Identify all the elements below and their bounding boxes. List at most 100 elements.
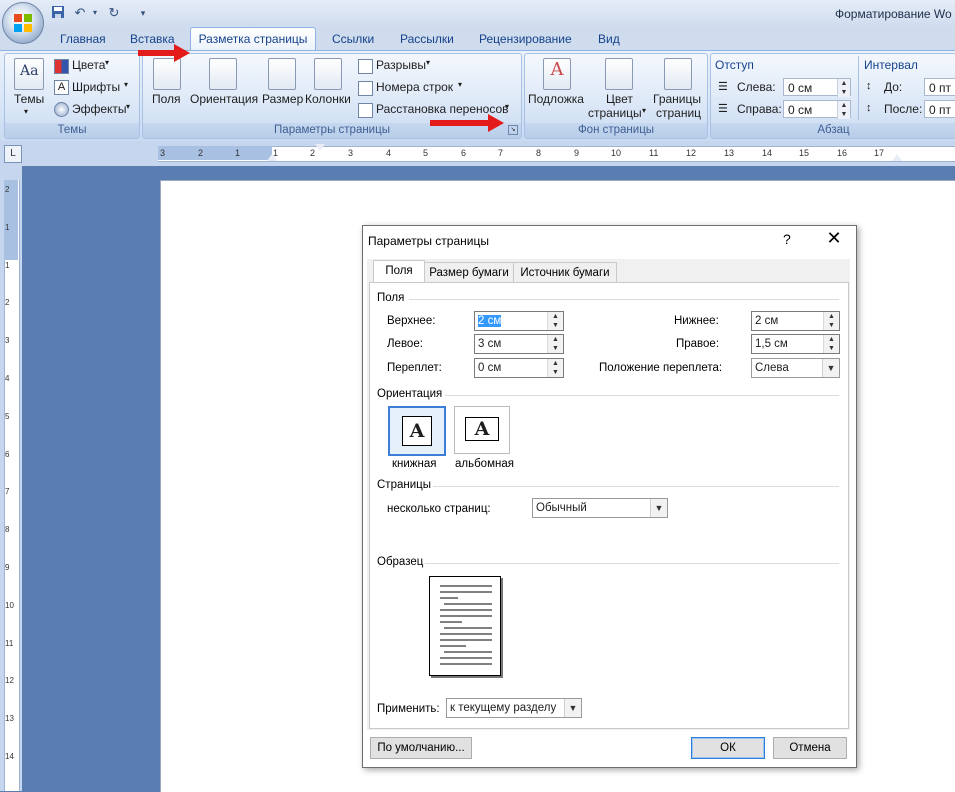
page-borders-label-2[interactable]: страниц: [656, 106, 701, 120]
page-setup-launcher-icon[interactable]: ↘: [508, 125, 518, 135]
chevron-down-icon[interactable]: ▼: [822, 359, 839, 377]
size-button[interactable]: Размер: [262, 92, 303, 106]
tab-selector-icon[interactable]: L: [4, 145, 22, 163]
spacing-after-input[interactable]: 0 пт: [924, 100, 955, 118]
spacing-before-label: До:: [884, 80, 903, 94]
page-color-icon[interactable]: [605, 58, 633, 90]
themes-dropdown-icon[interactable]: ▾: [24, 107, 28, 116]
left-margin-label: Левое:: [387, 338, 423, 350]
orientation-button[interactable]: Ориентация: [190, 92, 258, 106]
right-indent-marker-icon[interactable]: [892, 154, 902, 161]
hyphenation-icon: [358, 103, 373, 118]
customize-quick-access-icon[interactable]: ▾: [138, 5, 148, 21]
line-numbers-dropdown-icon[interactable]: ▾: [458, 80, 462, 89]
multiple-pages-select[interactable]: Обычный ▼: [532, 498, 668, 518]
columns-button[interactable]: Колонки: [305, 92, 351, 106]
page-color-dropdown-icon[interactable]: ▾: [642, 106, 646, 115]
indent-right-value: 0 см: [788, 103, 813, 117]
spacing-before-input[interactable]: 0 пт: [924, 78, 955, 96]
gutter-spinner[interactable]: ▲ ▼: [547, 359, 563, 377]
tab-insert[interactable]: Вставка: [130, 31, 175, 50]
ok-button[interactable]: ОК: [691, 737, 765, 759]
hyphenation-dropdown-icon[interactable]: ▾: [505, 102, 509, 111]
gutter-position-select[interactable]: Слева ▼: [751, 358, 840, 378]
columns-icon[interactable]: [314, 58, 342, 90]
gutter-position-label: Положение переплета:: [599, 362, 723, 374]
landscape-page-icon: A: [465, 417, 499, 441]
colors-icon: [54, 59, 69, 74]
right-margin-spinner[interactable]: ▲ ▼: [823, 335, 839, 353]
left-margin-spinner[interactable]: ▲ ▼: [547, 335, 563, 353]
top-margin-input[interactable]: 2 см ▲ ▼: [474, 311, 564, 331]
indent-left-input[interactable]: 0 см ▲ ▼: [783, 78, 851, 97]
bottom-margin-spinner[interactable]: ▲ ▼: [823, 312, 839, 330]
fonts-dropdown-icon[interactable]: ▾: [124, 80, 128, 89]
bottom-margin-input[interactable]: 2 см ▲ ▼: [751, 311, 840, 331]
arrow-head: [488, 114, 504, 132]
chevron-down-icon[interactable]: ▼: [650, 499, 667, 517]
redo-icon[interactable]: ↻: [106, 5, 122, 21]
page-borders-icon[interactable]: [664, 58, 692, 90]
ruler-number: 4: [5, 374, 10, 383]
margins-icon[interactable]: [153, 58, 181, 90]
close-icon[interactable]: ✕: [823, 229, 845, 249]
breaks-dropdown-icon[interactable]: ▾: [426, 58, 430, 67]
spacing-before-value: 0 пт: [929, 81, 952, 95]
effects-button[interactable]: Эффекты: [72, 102, 127, 116]
apply-to-select[interactable]: к текущему разделу ▼: [446, 698, 582, 718]
tab-view[interactable]: Вид: [598, 31, 620, 50]
margins-button[interactable]: Поля: [152, 92, 181, 106]
chevron-down-icon[interactable]: ▼: [564, 699, 581, 717]
indent-right-spinner[interactable]: ▲ ▼: [837, 101, 850, 119]
left-indent-marker-icon[interactable]: [267, 154, 277, 161]
colors-button[interactable]: Цвета: [72, 58, 105, 72]
tab-margins[interactable]: Поля: [373, 260, 425, 284]
page-color-label-2[interactable]: страницы: [588, 106, 642, 120]
ruler-number: 15: [799, 148, 810, 158]
breaks-button[interactable]: Разрывы: [376, 58, 426, 72]
tab-mailings[interactable]: Рассылки: [400, 31, 454, 50]
tab-paper-size[interactable]: Размер бумаги: [424, 262, 514, 284]
tab-references[interactable]: Ссылки: [332, 31, 374, 50]
office-button[interactable]: [2, 2, 44, 44]
ruler-number: 2: [5, 298, 10, 307]
vertical-ruler[interactable]: [4, 180, 20, 791]
tab-home[interactable]: Главная: [60, 31, 106, 50]
watermark-button[interactable]: Подложка: [528, 92, 584, 106]
size-icon[interactable]: [268, 58, 296, 90]
spacing-title: Интервал: [864, 58, 918, 72]
portrait-option[interactable]: A: [388, 406, 446, 456]
right-margin-input[interactable]: 1,5 см ▲ ▼: [751, 334, 840, 354]
page-color-label-1[interactable]: Цвет: [606, 92, 633, 106]
undo-dropdown-icon[interactable]: ▾: [90, 5, 100, 21]
cancel-button[interactable]: Отмена: [773, 737, 847, 759]
first-line-indent-marker-icon[interactable]: [315, 144, 325, 151]
top-margin-spinner[interactable]: ▲ ▼: [547, 312, 563, 330]
themes-button[interactable]: Темы: [14, 92, 44, 106]
gutter-input[interactable]: 0 см ▲ ▼: [474, 358, 564, 378]
colors-dropdown-icon[interactable]: ▾: [105, 58, 109, 67]
fonts-button[interactable]: Шрифты: [72, 80, 120, 94]
effects-dropdown-icon[interactable]: ▾: [126, 102, 130, 111]
indent-left-spinner[interactable]: ▲ ▼: [837, 79, 850, 97]
ruler-number: 14: [5, 752, 14, 761]
indent-right-input[interactable]: 0 см ▲ ▼: [783, 100, 851, 119]
page-borders-label-1[interactable]: Границы: [653, 92, 701, 106]
save-icon[interactable]: [50, 5, 66, 21]
ruler-number: 1: [5, 223, 10, 232]
tab-page-layout[interactable]: Разметка страницы: [190, 27, 316, 52]
ruler-number: 14: [762, 148, 773, 158]
undo-icon[interactable]: ↶: [72, 5, 88, 21]
watermark-icon[interactable]: A: [543, 58, 571, 90]
set-as-default-button[interactable]: По умолчанию...: [370, 737, 472, 759]
tab-review[interactable]: Рецензирование: [479, 31, 572, 50]
line-numbers-button[interactable]: Номера строк: [376, 80, 453, 94]
help-button[interactable]: ?: [783, 231, 791, 247]
themes-icon[interactable]: Aa: [14, 58, 44, 90]
left-margin-input[interactable]: 3 см ▲ ▼: [474, 334, 564, 354]
landscape-option[interactable]: A: [454, 406, 510, 454]
ruler-number: 17: [874, 148, 885, 158]
portrait-page-icon: A: [402, 416, 432, 446]
orientation-icon[interactable]: [209, 58, 237, 90]
tab-paper-source[interactable]: Источник бумаги: [513, 262, 617, 284]
